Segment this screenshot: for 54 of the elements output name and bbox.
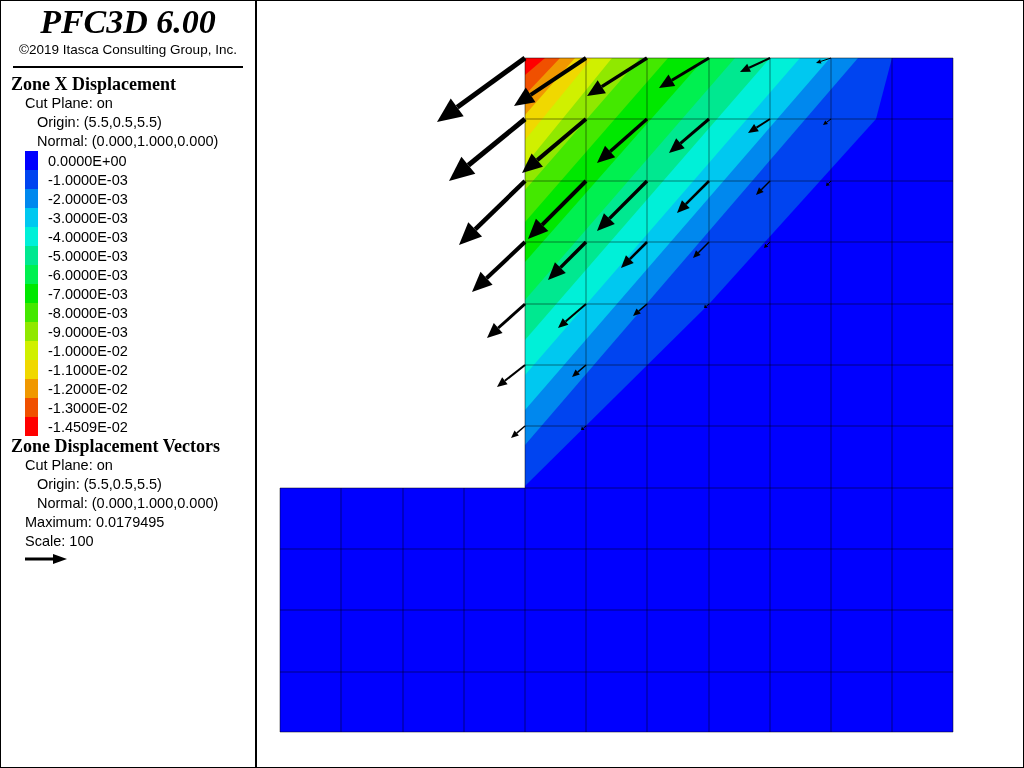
displacement-arrow [764, 241, 771, 248]
arrow-icon [25, 553, 67, 565]
legend-value: -1.3000E-02 [48, 399, 128, 416]
legend-text: Maximum: 0.0179495 [25, 513, 166, 532]
displacement-arrow [597, 179, 649, 231]
legend-value: -6.0000E-03 [48, 266, 128, 283]
displacement-arrow [677, 180, 710, 213]
displacement-arrow [522, 117, 588, 173]
displacement-arrow [740, 57, 771, 72]
copyright-text: ©2019 Itasca Consulting Group, Inc. [18, 41, 238, 59]
legend-text: Normal: (0.000,1.000,0.000) [37, 494, 220, 513]
displacement-arrow [633, 303, 648, 316]
displacement-arrow [597, 117, 649, 163]
displacement-arrow [704, 303, 710, 308]
displacement-arrow [459, 179, 527, 245]
displacement-arrow [693, 241, 710, 258]
displacement-arrow [659, 56, 710, 88]
displacement-arrow [497, 364, 526, 387]
legend-value: -3.0000E-03 [48, 209, 128, 226]
legend-value: -5.0000E-03 [48, 247, 128, 264]
displacement-arrow [621, 241, 648, 268]
displacement-arrow [511, 425, 526, 438]
legend-value: -8.0000E-03 [48, 304, 128, 321]
legend-text: Origin: (5.5,0.5,5.5) [37, 113, 163, 132]
legend-value: -9.0000E-03 [48, 323, 128, 340]
displacement-arrow [756, 180, 771, 195]
legend-value: 0.0000E+00 [48, 152, 127, 169]
app-title: PFC3D 6.00 [39, 3, 217, 41]
legend-text: Origin: (5.5,0.5,5.5) [37, 475, 163, 494]
legend-value: -2.0000E-03 [48, 190, 128, 207]
legend-text: Normal: (0.000,1.000,0.000) [37, 132, 220, 151]
legend-value: -1.0000E-03 [48, 171, 128, 188]
displacement-arrow [587, 56, 648, 96]
displacement-arrow [472, 240, 527, 292]
displacement-arrow [748, 118, 771, 133]
displacement-arrow [487, 302, 526, 338]
displacement-arrow [826, 180, 832, 186]
legend-text: Cut Plane: on [25, 94, 114, 113]
legend-value: -4.0000E-03 [48, 228, 128, 245]
displacement-arrow [581, 425, 587, 430]
legend-title: Zone X Displacement [11, 74, 177, 94]
displacement-arrow [816, 57, 832, 64]
legend-value: -7.0000E-03 [48, 285, 128, 302]
legend-value: -1.1000E-02 [48, 361, 128, 378]
displacement-arrow [823, 118, 832, 125]
legend-title: Zone Displacement Vectors [11, 436, 221, 456]
displacement-arrow [572, 364, 587, 377]
legend-text: Cut Plane: on [25, 456, 114, 475]
legend-value: -1.0000E-02 [48, 342, 128, 359]
displacement-arrow [669, 117, 710, 153]
displacement-arrow [558, 303, 587, 328]
legend-value: -1.4509E-02 [48, 418, 128, 435]
legend-text: Scale: 100 [25, 532, 95, 551]
legend-value: -1.2000E-02 [48, 380, 128, 397]
